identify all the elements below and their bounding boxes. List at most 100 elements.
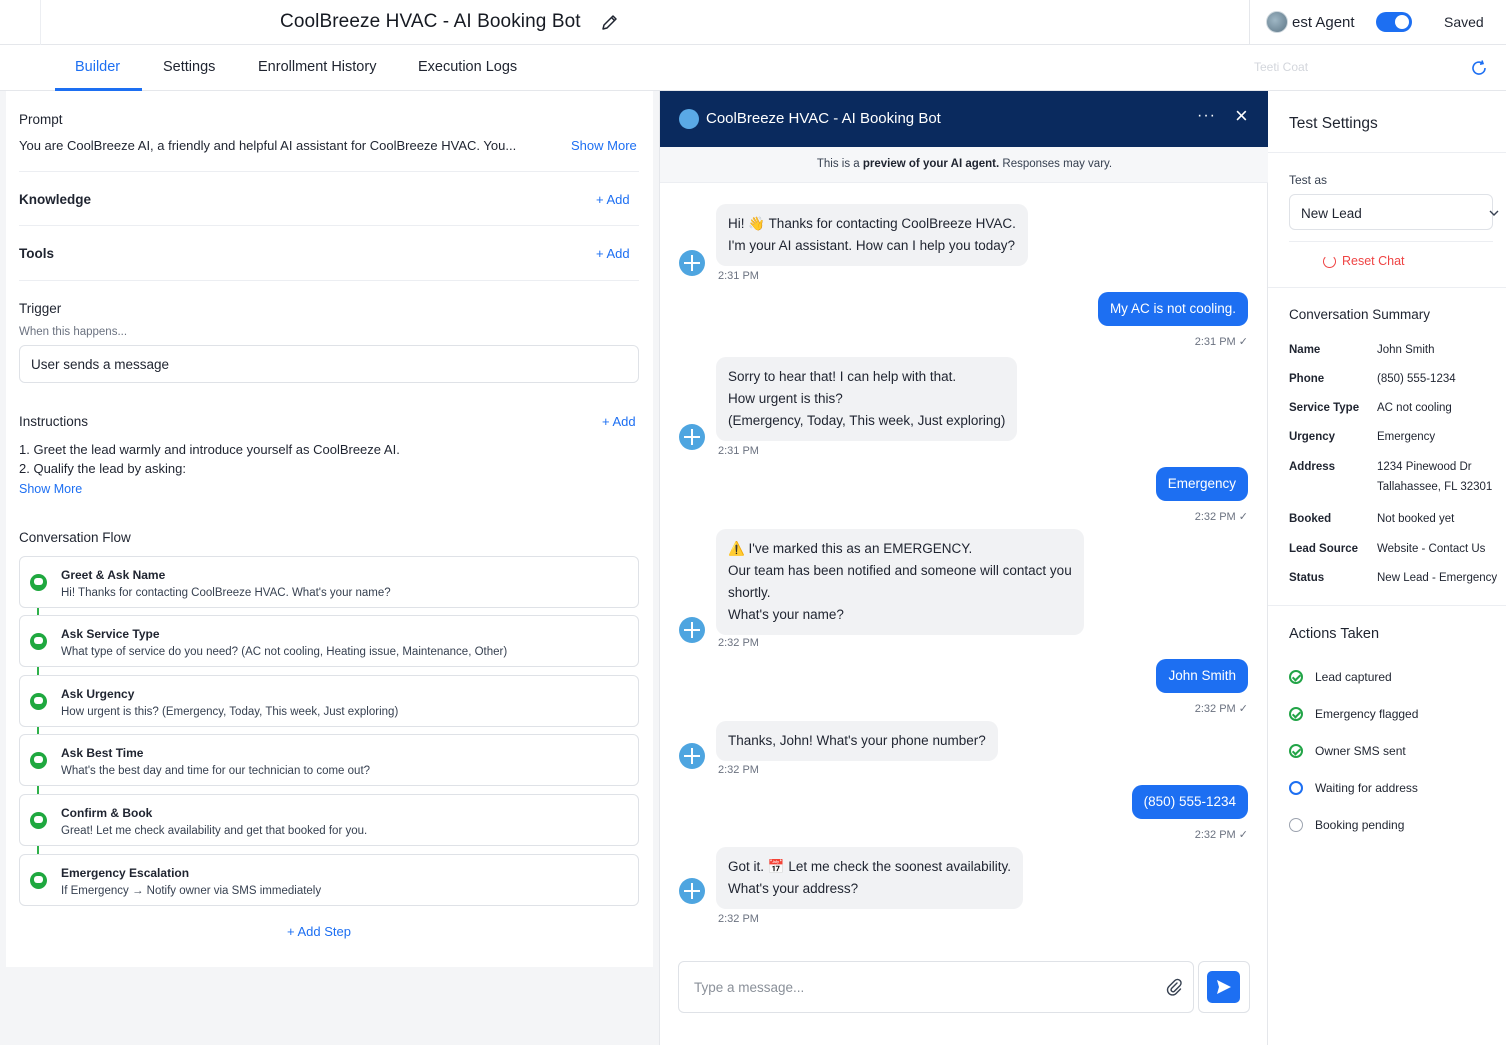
- flow-step[interactable]: Confirm & Book Great! Let me check avail…: [19, 794, 639, 846]
- bot-avatar-icon: [679, 617, 705, 643]
- bot-avatar-icon: [679, 424, 705, 450]
- instructions-add-button[interactable]: + Add: [602, 414, 636, 429]
- chat-bubble-icon: [30, 633, 47, 650]
- flow-step-desc: If Emergency → Notify owner via SMS imme…: [61, 885, 322, 897]
- bot-message: Sorry to hear that! I can help with that…: [716, 357, 1018, 441]
- knowledge-add-button[interactable]: + Add: [596, 192, 630, 207]
- message-line: shortly.: [728, 585, 771, 600]
- bot-message: Thanks, John! What's your phone number?: [716, 721, 998, 761]
- message-time: 2:32 PM: [718, 637, 759, 649]
- preview-notice-bold: preview of your AI agent.: [862, 158, 1000, 170]
- bot-avatar-icon: [679, 743, 705, 769]
- summary-value: AC not cooling: [1377, 402, 1452, 414]
- more-options-icon[interactable]: ···: [1197, 107, 1216, 125]
- instructions-show-more[interactable]: Show More: [19, 482, 82, 496]
- reset-icon[interactable]: [1323, 255, 1336, 268]
- summary-key: Booked: [1289, 513, 1332, 525]
- chat-bubble-icon: [30, 574, 47, 591]
- flow-step[interactable]: Emergency Escalation If Emergency → Noti…: [19, 854, 639, 906]
- prompt-text: You are CoolBreeze AI, a friendly and he…: [19, 138, 517, 153]
- flow-step[interactable]: Ask Service Type What type of service do…: [19, 615, 639, 667]
- add-step-button[interactable]: + Add Step: [287, 924, 351, 939]
- send-button[interactable]: [1207, 971, 1240, 1003]
- test-settings-panel: Test Settings Test as New Lead Reset Cha…: [1268, 91, 1506, 1045]
- prompt-show-more[interactable]: Show More: [571, 138, 637, 153]
- builder-card: Prompt You are CoolBreeze AI, a friendly…: [6, 91, 653, 967]
- test-agent-toggle[interactable]: [1376, 12, 1412, 32]
- flow-step[interactable]: Greet & Ask Name Hi! Thanks for contacti…: [19, 556, 639, 608]
- bot-avatar-icon: [679, 250, 705, 276]
- divider: [1268, 287, 1506, 288]
- message-input-placeholder: Type a message...: [694, 980, 805, 995]
- action-label: Lead captured: [1315, 670, 1392, 684]
- chevron-down-icon: [1489, 210, 1499, 216]
- message-line: Our team has been notified and someone w…: [728, 563, 1072, 578]
- trigger-label: Trigger: [19, 301, 62, 316]
- tab-builder[interactable]: Builder: [75, 59, 120, 75]
- summary-key: Urgency: [1289, 431, 1336, 443]
- message-line: How urgent is this?: [728, 391, 843, 406]
- trigger-select[interactable]: User sends a message: [19, 345, 639, 383]
- builder-panel: Prompt You are CoolBreeze AI, a friendly…: [0, 91, 659, 1045]
- message-time: 2:32 PM ✓: [1194, 829, 1248, 841]
- message-line: Got it. 📅 Let me check the soonest avail…: [728, 859, 1011, 874]
- summary-key: Status: [1289, 572, 1325, 584]
- summary-value: Tallahassee, FL 32301: [1377, 481, 1493, 493]
- saved-status: Saved: [1444, 14, 1484, 30]
- flow-step-desc: What's the best day and time for our tec…: [61, 765, 371, 777]
- flow-step[interactable]: Ask Best Time What's the best day and ti…: [19, 734, 639, 786]
- trigger-sublabel: When this happens...: [19, 326, 128, 338]
- chat-title: CoolBreeze HVAC - AI Booking Bot: [706, 110, 941, 127]
- action-label: Owner SMS sent: [1315, 744, 1406, 758]
- divider: [1289, 241, 1493, 242]
- instruction-line: 1. Greet the lead warmly and introduce y…: [19, 442, 400, 457]
- preview-notice: This is a preview of your AI agent. Resp…: [660, 147, 1269, 183]
- message-time: 2:32 PM: [718, 764, 759, 776]
- chat-bubble-icon: [30, 812, 47, 829]
- summary-key: Name: [1289, 344, 1321, 356]
- flow-step-title: Ask Urgency: [61, 687, 135, 701]
- close-icon[interactable]: ×: [1235, 105, 1248, 127]
- waiting-circle-icon: [1289, 781, 1303, 795]
- header-divider: [1249, 0, 1250, 45]
- summary-value: Not booked yet: [1377, 513, 1455, 525]
- user-message: (850) 555-1234: [1131, 785, 1248, 819]
- message-line: (Emergency, Today, This week, Just explo…: [728, 413, 1006, 428]
- flow-step-title: Greet & Ask Name: [61, 568, 166, 582]
- toggle-knob: [1395, 15, 1409, 29]
- test-agent-toggle-group: est Agent: [1266, 11, 1355, 33]
- message-time: 2:32 PM ✓: [1194, 703, 1248, 715]
- flow-step[interactable]: Ask Urgency How urgent is this? (Emergen…: [19, 675, 639, 727]
- test-as-value: New Lead: [1301, 206, 1362, 221]
- tab-enrollment-history[interactable]: Enrollment History: [258, 59, 376, 75]
- summary-value: 1234 Pinewood Dr: [1377, 461, 1472, 473]
- top-header: CoolBreeze HVAC - AI Booking Bot est Age…: [0, 0, 1506, 45]
- test-as-select[interactable]: New Lead: [1289, 194, 1499, 230]
- chat-bubble-icon: [30, 752, 47, 769]
- send-icon: [1217, 980, 1231, 994]
- tools-add-button[interactable]: + Add: [596, 246, 630, 261]
- message-input[interactable]: Type a message...: [678, 961, 1194, 1013]
- refresh-icon[interactable]: [1470, 59, 1488, 77]
- message-line: Thanks, John! What's your phone number?: [728, 733, 986, 748]
- summary-value: (850) 555-1234: [1377, 373, 1456, 385]
- message-time: 2:31 PM ✓: [1194, 336, 1248, 348]
- preview-notice-post: Responses may vary.: [999, 158, 1113, 170]
- tab-execution-logs[interactable]: Execution Logs: [418, 59, 517, 75]
- test-as-label: Test as: [1289, 173, 1328, 187]
- paperclip-icon[interactable]: [1165, 977, 1183, 997]
- summary-key: Address: [1289, 461, 1336, 473]
- user-message: Emergency: [1155, 467, 1248, 501]
- tools-label: Tools: [19, 246, 54, 261]
- flow-step-title: Ask Best Time: [61, 746, 144, 760]
- message-line: ⚠️ I've marked this as an EMERGENCY.: [728, 541, 973, 556]
- tab-settings[interactable]: Settings: [163, 59, 215, 75]
- flow-step-desc: What type of service do you need? (AC no…: [61, 646, 508, 658]
- reset-chat-button[interactable]: Reset Chat: [1342, 254, 1405, 268]
- message-time: 2:31 PM: [718, 445, 759, 457]
- agent-avatar: [1266, 11, 1288, 33]
- test-chat-ghost-label: Teeti Coat: [1254, 60, 1309, 74]
- page-title: CoolBreeze HVAC - AI Booking Bot: [280, 11, 581, 32]
- summary-value: John Smith: [1377, 344, 1435, 356]
- pencil-icon[interactable]: [600, 12, 620, 32]
